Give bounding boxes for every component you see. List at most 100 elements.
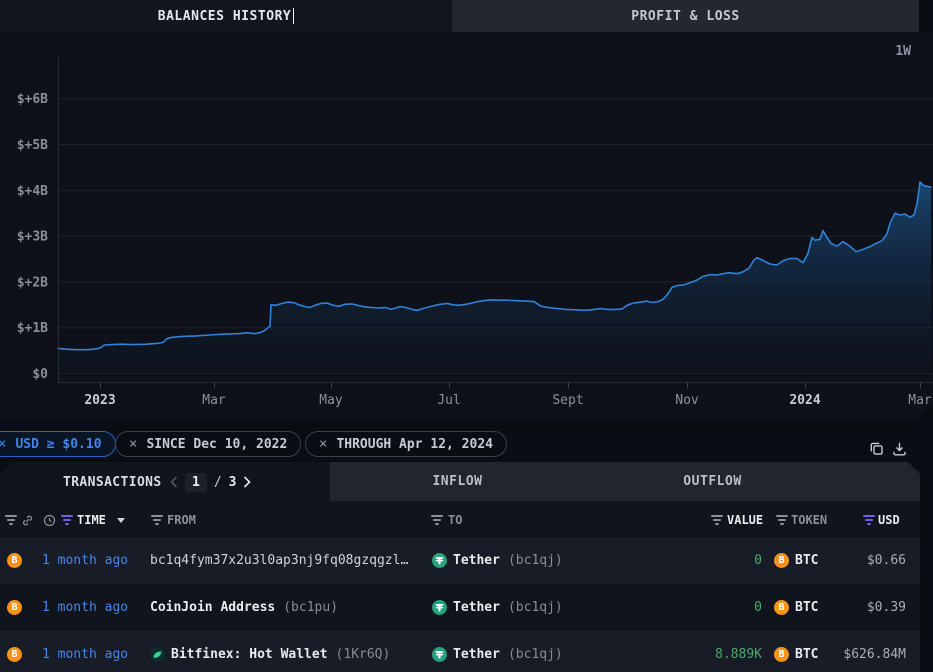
svg-text:Sept: Sept	[552, 393, 583, 408]
filter-chip-through[interactable]: × THROUGH Apr 12, 2024	[305, 431, 507, 457]
bitfinex-icon	[150, 647, 165, 662]
transactions-panel: TRANSACTIONS 1 / 3 INFLOW OUTFLOW	[0, 462, 920, 672]
tx-to-entity[interactable]: Tether (bc1qj)	[432, 537, 563, 584]
bitcoin-icon: B	[7, 553, 22, 568]
tx-to-entity[interactable]: Tether (bc1qj)	[432, 584, 563, 631]
table-row[interactable]: B 1 month ago CoinJoin Address (bc1pu) T…	[0, 584, 920, 631]
filter-icon-value[interactable]	[710, 509, 724, 531]
flow-tabs: INFLOW OUTFLOW	[330, 462, 920, 501]
tab-balances-history-label: BALANCES HISTORY	[158, 9, 292, 24]
column-token[interactable]: TOKEN	[791, 509, 827, 531]
svg-text:May: May	[319, 393, 343, 408]
table-row[interactable]: B 1 month ago bc1q4fym37x2u3l0ap3nj9fq08…	[0, 537, 920, 584]
svg-text:$+6B: $+6B	[17, 92, 48, 107]
svg-text:$+3B: $+3B	[17, 230, 48, 245]
tx-token: BBTC	[774, 537, 818, 584]
filter-icon-usd[interactable]	[862, 509, 876, 531]
tx-from-address[interactable]: bc1q4fym37x2u3l0ap3nj9fq08gzqgzl…	[150, 537, 408, 584]
table-row[interactable]: B 1 month ago Bitfinex: Hot Wallet (1Kr6…	[0, 631, 920, 672]
chart-range-selector[interactable]: 1W	[895, 44, 911, 59]
transactions-title: TRANSACTIONS	[63, 462, 162, 502]
prev-page-icon[interactable]	[170, 476, 178, 488]
copy-icon[interactable]	[868, 440, 886, 458]
filter-icon[interactable]	[4, 509, 18, 531]
filter-icon-from[interactable]	[150, 509, 164, 531]
balances-chart-panel: $0$+1B$+2B$+3B$+4B$+5B$+6B2023MarMayJulS…	[0, 32, 933, 420]
tether-icon	[432, 600, 447, 615]
remove-filter-icon[interactable]: ×	[129, 437, 137, 451]
column-usd[interactable]: USD	[878, 509, 900, 531]
bitcoin-icon: B	[7, 647, 22, 662]
transactions-header: TRANSACTIONS 1 / 3 INFLOW OUTFLOW	[0, 462, 920, 502]
tx-token: BBTC	[774, 584, 818, 631]
app-screen: BALANCES HISTORY PROFIT & LOSS $0 $+1B $+2…	[0, 0, 933, 672]
clock-icon	[43, 509, 56, 531]
bitcoin-icon: B	[7, 600, 22, 615]
next-page-icon[interactable]	[243, 476, 251, 488]
tx-usd: $0.66	[867, 537, 906, 584]
current-page: 1	[185, 473, 207, 492]
svg-text:2023: 2023	[84, 393, 115, 408]
column-to[interactable]: TO	[448, 509, 462, 531]
chain-cell: B	[7, 631, 22, 672]
bitcoin-icon: B	[774, 600, 789, 615]
remove-filter-icon[interactable]: ×	[0, 437, 6, 451]
filter-chip-label: SINCE Dec 10, 2022	[146, 437, 287, 452]
bitcoin-icon: B	[774, 553, 789, 568]
bitcoin-icon: B	[774, 647, 789, 662]
filter-chip-usd-min[interactable]: × USD ≥ $0.10	[0, 431, 116, 457]
chain-cell: B	[7, 537, 22, 584]
svg-text:Mar: Mar	[908, 393, 932, 408]
chain-cell: B	[7, 584, 22, 631]
pagination: 1 / 3	[170, 462, 251, 502]
column-value[interactable]: VALUE	[727, 509, 763, 531]
table-column-header: TIME FROM TO VALUE TOKEN USD	[0, 509, 920, 531]
page-separator: /	[214, 475, 222, 490]
balances-area-chart[interactable]: $0$+1B$+2B$+3B$+4B$+5B$+6B2023MarMayJulS…	[0, 32, 933, 420]
tx-usd: $0.39	[867, 584, 906, 631]
tether-icon	[432, 553, 447, 568]
filter-chip-label: USD ≥ $0.10	[15, 437, 101, 452]
tx-value: 0	[754, 537, 762, 584]
total-pages: 3	[229, 475, 237, 490]
top-tabbar: BALANCES HISTORY PROFIT & LOSS	[0, 0, 933, 32]
column-from[interactable]: FROM	[167, 509, 196, 531]
svg-text:Mar: Mar	[202, 393, 226, 408]
svg-text:2024: 2024	[789, 393, 820, 408]
tx-time[interactable]: 1 month ago	[42, 584, 128, 631]
chevron-down-icon[interactable]	[111, 509, 125, 531]
download-icon[interactable]	[891, 440, 909, 458]
tx-usd: $626.84M	[843, 631, 906, 672]
svg-text:$+1B: $+1B	[17, 321, 48, 336]
remove-filter-icon[interactable]: ×	[319, 437, 327, 451]
tx-value: 8.889K	[715, 631, 762, 672]
y-axis-labels: $0$+1B$+2B$+3B$+4B$+5B$+6B	[17, 92, 48, 382]
tx-from-entity[interactable]: Bitfinex: Hot Wallet (1Kr6Q)	[150, 631, 390, 672]
svg-text:$+2B: $+2B	[17, 275, 48, 290]
tx-from-entity[interactable]: CoinJoin Address (bc1pu)	[150, 584, 338, 631]
filter-chip-since[interactable]: × SINCE Dec 10, 2022	[115, 431, 301, 457]
filter-icon-to[interactable]	[430, 509, 444, 531]
tether-icon	[432, 647, 447, 662]
filter-chip-label: THROUGH Apr 12, 2024	[336, 437, 493, 452]
tx-time[interactable]: 1 month ago	[42, 537, 128, 584]
text-cursor	[293, 8, 294, 24]
tx-to-entity[interactable]: Tether (bc1qj)	[432, 631, 563, 672]
filter-chips-row: × USD ≥ $0.10 × SINCE Dec 10, 2022 × THR…	[0, 430, 933, 458]
link-icon[interactable]	[21, 509, 34, 531]
filter-icon-token[interactable]	[775, 509, 789, 531]
svg-text:Jul: Jul	[437, 393, 460, 408]
tx-token: BBTC	[774, 631, 818, 672]
svg-text:$+5B: $+5B	[17, 138, 48, 153]
tab-inflow[interactable]: INFLOW	[330, 462, 585, 501]
tx-time[interactable]: 1 month ago	[42, 631, 128, 672]
tab-outflow[interactable]: OUTFLOW	[585, 462, 840, 501]
tx-value: 0	[754, 584, 762, 631]
tab-profit-loss-label: PROFIT & LOSS	[631, 9, 740, 24]
filter-icon-time[interactable]	[60, 509, 74, 531]
tab-profit-loss[interactable]: PROFIT & LOSS	[452, 0, 919, 32]
tab-balances-history[interactable]: BALANCES HISTORY	[0, 0, 452, 32]
column-time[interactable]: TIME	[77, 509, 106, 531]
svg-text:Nov: Nov	[675, 393, 699, 408]
svg-text:$0: $0	[32, 367, 48, 382]
